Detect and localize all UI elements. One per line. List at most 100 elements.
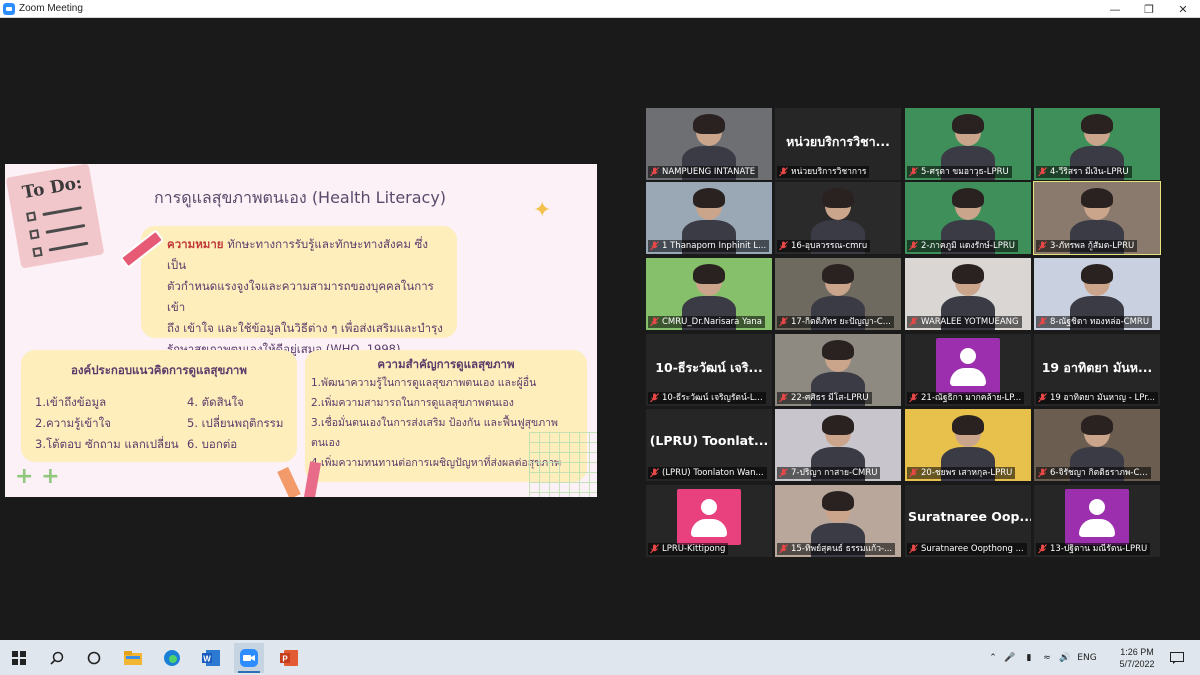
muted-mic-icon (779, 317, 788, 327)
participant-tile[interactable]: 22-ศศิธร มีโส-LPRU (775, 334, 901, 406)
participant-tile[interactable]: 6-จิรัชญา กิตติธราภพ-C... (1034, 409, 1160, 481)
windows-start-icon[interactable] (4, 643, 34, 673)
person-hair (822, 340, 854, 360)
shared-screen-slide: To Do: การดูแลสุขภาพตนเอง (Health Litera… (5, 164, 597, 497)
participant-tile[interactable]: (LPRU) Toonlat... (LPRU) Toonlaton Wan... (646, 409, 772, 481)
participant-tile[interactable]: 19 อาทิตยา มันห... 19 อาทิตยา มันหาญ - LP… (1034, 334, 1160, 406)
person-hair (693, 188, 725, 208)
window-titlebar: Zoom Meeting — ❐ ✕ (0, 0, 1200, 18)
participant-name: WARALEE YOTMUEANG (921, 317, 1019, 327)
participant-tile[interactable]: 1 Thanaporn Inphinit L... (646, 182, 772, 254)
grid-decoration (529, 432, 597, 497)
participant-tile[interactable]: CMRU_Dr.Narisara Yana (646, 258, 772, 330)
default-avatar-icon (936, 338, 1000, 394)
todo-text: To Do: (20, 172, 84, 204)
participant-name: 2-ภาคภูมิ แดงรักษ์-LPRU (921, 241, 1015, 251)
close-button[interactable]: ✕ (1166, 0, 1200, 18)
participant-name-label: 19 อาทิตยา มันหาญ - LPr... (1036, 392, 1158, 404)
participant-tile[interactable]: หน่วยบริการวิชา... หน่วยบริการวิชาการ (775, 108, 901, 180)
participant-tile[interactable]: WARALEE YOTMUEANG (905, 258, 1031, 330)
participant-tile[interactable]: 17-กิตติภัทร ยะปัญญา-C... (775, 258, 901, 330)
participant-name-label: NAMPUENG INTANATE (648, 166, 759, 178)
file-explorer-icon[interactable] (118, 643, 148, 673)
default-avatar-icon (677, 489, 741, 545)
language-indicator[interactable]: ENG (1074, 653, 1100, 663)
participant-tile[interactable]: 2-ภาคภูมิ แดงรักษ์-LPRU (905, 182, 1031, 254)
participant-name-label: 20-ชยพร เสาหกุล-LPRU (907, 467, 1016, 479)
person-hair (693, 114, 725, 134)
participant-name: LPRU-Kittipong (662, 544, 726, 554)
participant-name: 22-ศศิธร มีโส-LPRU (791, 393, 869, 403)
participant-name-label: 16-อุบลวรรณ-cmru (777, 240, 871, 252)
participant-tile[interactable]: 4-วีริสรา มีเงิน-LPRU (1034, 108, 1160, 180)
window-controls: — ❐ ✕ (1098, 0, 1200, 18)
participant-name-label: หน่วยบริการวิชาการ (777, 166, 870, 178)
participant-tile[interactable]: 7-ปริญา กาสาย-CMRU (775, 409, 901, 481)
participant-display-name: 19 อาทิตยา มันห... (1041, 360, 1153, 375)
participant-name-label: 8-ณัฐชิดา ทองหล่อ-CMRU (1036, 316, 1153, 328)
person-hair (693, 264, 725, 284)
participant-tile[interactable]: 10-ธีระวัฒน์ เจริ... 10-ธีระวัฒน์ เจริญรั… (646, 334, 772, 406)
participant-name-label: 21-ณัฐธิกา มากคล้าย-LP... (907, 392, 1025, 404)
participant-tile[interactable]: 3-ภัทรพล กู้สัมต-LPRU (1033, 181, 1161, 255)
participant-tile[interactable]: 16-อุบลวรรณ-cmru (775, 182, 901, 254)
participant-name: 4-วีริสรา มีเงิน-LPRU (1050, 167, 1129, 177)
participant-name-label: 17-กิตติภัทร ยะปัญญา-C... (777, 316, 894, 328)
minimize-button[interactable]: — (1098, 0, 1132, 18)
notification-icon[interactable] (1162, 643, 1192, 673)
participant-tile[interactable]: LPRU-Kittipong (646, 485, 772, 557)
zoom-taskbar-icon[interactable] (234, 643, 264, 673)
definition-line: ความหมาย ทักษะทางการรับรู้และทักษะทางสัง… (167, 234, 447, 276)
participant-name-label: 13-ปฐิตาน มณีรัตน-LPRU (1036, 543, 1151, 555)
participant-tile[interactable]: 5-ศรุตา ขมอาวุธ-LPRU (905, 108, 1031, 180)
chevron-up-icon[interactable]: ⌃ (986, 653, 1000, 663)
participant-name-label: 3-ภัทรพล กู้สัมต-LPRU (1036, 240, 1138, 252)
slide-title: การดูแลสุขภาพตนเอง (Health Literacy) (153, 188, 447, 207)
muted-mic-icon (650, 317, 659, 327)
battery-icon[interactable]: ▮ (1020, 653, 1038, 663)
plus-decoration: + + (15, 464, 60, 489)
search-icon[interactable] (42, 643, 72, 673)
person-hair (952, 264, 984, 284)
participant-name-label: Suratnaree Oopthong ... (907, 543, 1027, 555)
participant-tile[interactable]: 13-ปฐิตาน มณีรัตน-LPRU (1034, 485, 1160, 557)
volume-icon[interactable]: 🔊 (1056, 653, 1074, 663)
word-icon[interactable]: W (196, 643, 226, 673)
maximize-button[interactable]: ❐ (1132, 0, 1166, 18)
muted-mic-icon (779, 393, 788, 403)
person-hair (1081, 188, 1113, 208)
muted-mic-icon (650, 544, 659, 554)
svg-text:W: W (203, 655, 211, 664)
component-item: 6. บอกต่อ (187, 437, 238, 451)
participant-name: 15-ทิพย์สุคนธ์ ธรรมแก้ว-... (791, 544, 893, 554)
checkbox-decoration (29, 229, 40, 240)
zoom-app-icon (3, 2, 15, 15)
definition-head: ความหมาย (167, 237, 224, 251)
participant-tile[interactable]: Suratnaree Oop... Suratnaree Oopthong ... (905, 485, 1031, 557)
window-title: Zoom Meeting (19, 3, 83, 14)
participant-tile[interactable]: 21-ณัฐธิกา มากคล้าย-LP... (905, 334, 1031, 406)
components-header: องค์ประกอบแนวคิดการดูแลสุขภาพ (71, 363, 247, 377)
participant-tile[interactable]: 20-ชยพร เสาหกุล-LPRU (905, 409, 1031, 481)
taskbar-clock[interactable]: 1:26 PM 5/7/2022 (1112, 646, 1162, 670)
avatar-body (950, 368, 986, 386)
participant-tile[interactable]: 8-ณัฐชิดา ทองหล่อ-CMRU (1034, 258, 1160, 330)
participant-name-label: 7-ปริญา กาสาย-CMRU (777, 467, 881, 479)
participant-tile[interactable]: 15-ทิพย์สุคนธ์ ธรรมแก้ว-... (775, 485, 901, 557)
muted-mic-icon (650, 468, 659, 478)
participant-name: 1 Thanaporn Inphinit L... (662, 241, 767, 251)
participant-tile[interactable]: NAMPUENG INTANATE (646, 108, 772, 180)
clock-time: 1:26 PM (1120, 647, 1154, 657)
svg-text:P: P (282, 655, 288, 664)
person-hair (1081, 415, 1113, 435)
powerpoint-icon[interactable]: P (274, 643, 304, 673)
person-hair (952, 188, 984, 208)
wifi-icon[interactable]: ≈ (1038, 653, 1056, 663)
participant-name: 21-ณัฐธิกา มากคล้าย-LP... (921, 393, 1022, 403)
avatar-body (1079, 519, 1115, 537)
task-view-icon[interactable] (79, 643, 109, 673)
definition-line: ถึง เข้าใจ และใช้ข้อมูลในวิธีต่าง ๆ เพื่… (167, 321, 443, 335)
muted-mic-icon (1038, 241, 1047, 251)
edge-browser-icon[interactable] (157, 643, 187, 673)
microphone-icon[interactable]: 🎤 (1000, 653, 1020, 663)
